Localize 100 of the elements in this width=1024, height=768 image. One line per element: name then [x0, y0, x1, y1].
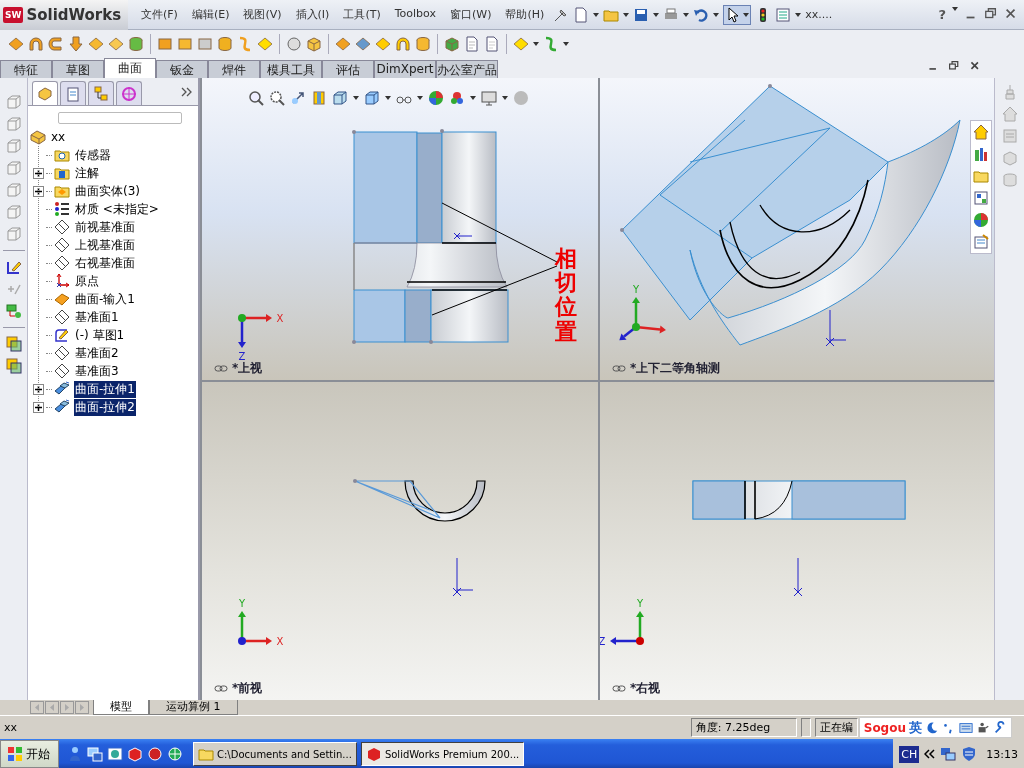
- menu-item[interactable]: 窗口(W): [442, 5, 499, 24]
- view-cube-icon[interactable]: [5, 138, 22, 154]
- globe-icon[interactable]: [167, 746, 183, 762]
- caret-icon[interactable]: [533, 42, 539, 46]
- help-button[interactable]: ?: [938, 7, 946, 22]
- menu-item[interactable]: 编辑(E): [184, 5, 237, 24]
- library-icon[interactable]: [973, 146, 989, 162]
- sketch-pencil-icon[interactable]: [5, 259, 22, 275]
- restore-icon[interactable]: [984, 7, 998, 21]
- arrow-icon[interactable]: [68, 36, 84, 52]
- start-button[interactable]: 开始: [0, 740, 59, 768]
- caret-icon[interactable]: [563, 42, 569, 46]
- part-icon[interactable]: [30, 129, 46, 145]
- taskbar-window-button[interactable]: C:\Documents and Settin...: [193, 742, 357, 766]
- model-tab[interactable]: 运动算例 1: [149, 700, 238, 715]
- document-name[interactable]: xx....: [805, 8, 833, 21]
- shield-icon[interactable]: [961, 746, 978, 762]
- caret-icon[interactable]: [593, 12, 600, 17]
- monitor-icon[interactable]: [481, 90, 497, 106]
- layered-squares-icon[interactable]: [5, 336, 22, 352]
- person-icon[interactable]: [67, 746, 83, 762]
- caret-icon[interactable]: [952, 7, 958, 11]
- menu-item[interactable]: Toolbox: [387, 5, 443, 24]
- tree-item[interactable]: (-) 草图1: [74, 326, 126, 344]
- command-tab[interactable]: 钣金: [156, 60, 208, 78]
- diamond-icon[interactable]: [355, 36, 371, 52]
- tree-item[interactable]: 传感器: [74, 146, 112, 164]
- menu-item[interactable]: 帮助(H): [498, 5, 552, 24]
- view-cube-icon[interactable]: [5, 116, 22, 132]
- square-icon[interactable]: [157, 36, 173, 52]
- browser-icon[interactable]: [107, 746, 123, 762]
- expand-icon[interactable]: [32, 167, 44, 179]
- tree-item[interactable]: 基准面1: [74, 308, 120, 326]
- expand-icon[interactable]: [32, 383, 44, 395]
- appearance-ball-icon[interactable]: [428, 90, 444, 106]
- scene-icon[interactable]: [449, 90, 465, 106]
- filter-field[interactable]: [58, 112, 182, 124]
- cube-icon[interactable]: [306, 36, 322, 52]
- language-indicator[interactable]: CH: [899, 745, 920, 763]
- zoom-area-icon[interactable]: [269, 90, 285, 106]
- menu-item[interactable]: 插入(I): [288, 5, 337, 24]
- feature-manager-tab[interactable]: [32, 81, 58, 105]
- view-cube-icon[interactable]: [5, 204, 22, 220]
- expand-chevron-icon[interactable]: [181, 86, 192, 97]
- keyboard-icon[interactable]: [959, 720, 973, 735]
- tree-item[interactable]: 前视基准面: [74, 218, 136, 236]
- command-tab[interactable]: 特征: [0, 60, 52, 78]
- custom-properties-icon[interactable]: [973, 234, 989, 250]
- command-tab[interactable]: 办公室产品: [436, 60, 498, 78]
- command-tab[interactable]: 曲面: [104, 58, 156, 78]
- caret-icon[interactable]: [417, 96, 423, 100]
- home-icon[interactable]: [973, 124, 989, 140]
- square-icon[interactable]: [197, 36, 213, 52]
- caret-icon[interactable]: [683, 12, 690, 17]
- moon-icon[interactable]: [925, 720, 939, 735]
- page-icon[interactable]: [464, 36, 480, 52]
- diamond-icon[interactable]: [108, 36, 124, 52]
- tree-item[interactable]: 右视基准面: [74, 254, 136, 272]
- cube-icon[interactable]: [444, 36, 460, 52]
- command-tab[interactable]: 焊件: [208, 60, 260, 78]
- caret-icon[interactable]: [743, 12, 750, 17]
- caret-icon[interactable]: [385, 96, 391, 100]
- view-cube-icon[interactable]: [5, 160, 22, 176]
- view-cube-icon[interactable]: [5, 182, 22, 198]
- arch-icon[interactable]: [28, 36, 44, 52]
- circle-icon[interactable]: [286, 36, 302, 52]
- tree-item[interactable]: 原点: [74, 272, 100, 290]
- tree-item[interactable]: 曲面-拉伸1: [74, 380, 136, 398]
- network-icon[interactable]: [87, 746, 103, 762]
- caret-icon[interactable]: [623, 12, 630, 17]
- relations-icon[interactable]: [5, 303, 22, 319]
- caret-icon[interactable]: [502, 96, 508, 100]
- command-tab[interactable]: DimXpert: [374, 60, 436, 78]
- diamond-icon[interactable]: [375, 36, 391, 52]
- zoom-to-fit-icon[interactable]: [248, 90, 264, 106]
- wrench-icon[interactable]: [993, 720, 1007, 735]
- diamond-icon[interactable]: [88, 36, 104, 52]
- page-icon[interactable]: [484, 36, 500, 52]
- undo-icon[interactable]: [693, 6, 710, 23]
- property-manager-tab[interactable]: [60, 81, 86, 105]
- folder-icon[interactable]: [973, 168, 989, 184]
- menu-item[interactable]: 文件(F): [134, 5, 185, 24]
- caret-icon[interactable]: [353, 96, 359, 100]
- view-palette-icon[interactable]: [973, 190, 989, 206]
- caret-icon[interactable]: [713, 12, 720, 17]
- input-method-bar[interactable]: Sogou 英: [858, 717, 1012, 738]
- expand-tray-icon[interactable]: [924, 749, 936, 759]
- graphics-viewport[interactable]: Y *上下二等角轴测: [600, 78, 994, 380]
- appearance-ball-icon[interactable]: [973, 212, 989, 228]
- bracket-shape-icon[interactable]: [48, 36, 64, 52]
- restore-icon[interactable]: [948, 60, 961, 73]
- dimxpert-tab[interactable]: [116, 81, 142, 105]
- graphics-viewport[interactable]: Y X *前视: [202, 382, 598, 700]
- arch-icon[interactable]: [395, 36, 411, 52]
- cylinder-icon[interactable]: [415, 36, 431, 52]
- tree-item[interactable]: 曲面实体(3): [74, 182, 141, 200]
- square-icon[interactable]: [177, 36, 193, 52]
- ime-mode[interactable]: 英: [909, 718, 922, 737]
- expand-icon[interactable]: [32, 401, 44, 413]
- command-tab[interactable]: 评估: [322, 60, 374, 78]
